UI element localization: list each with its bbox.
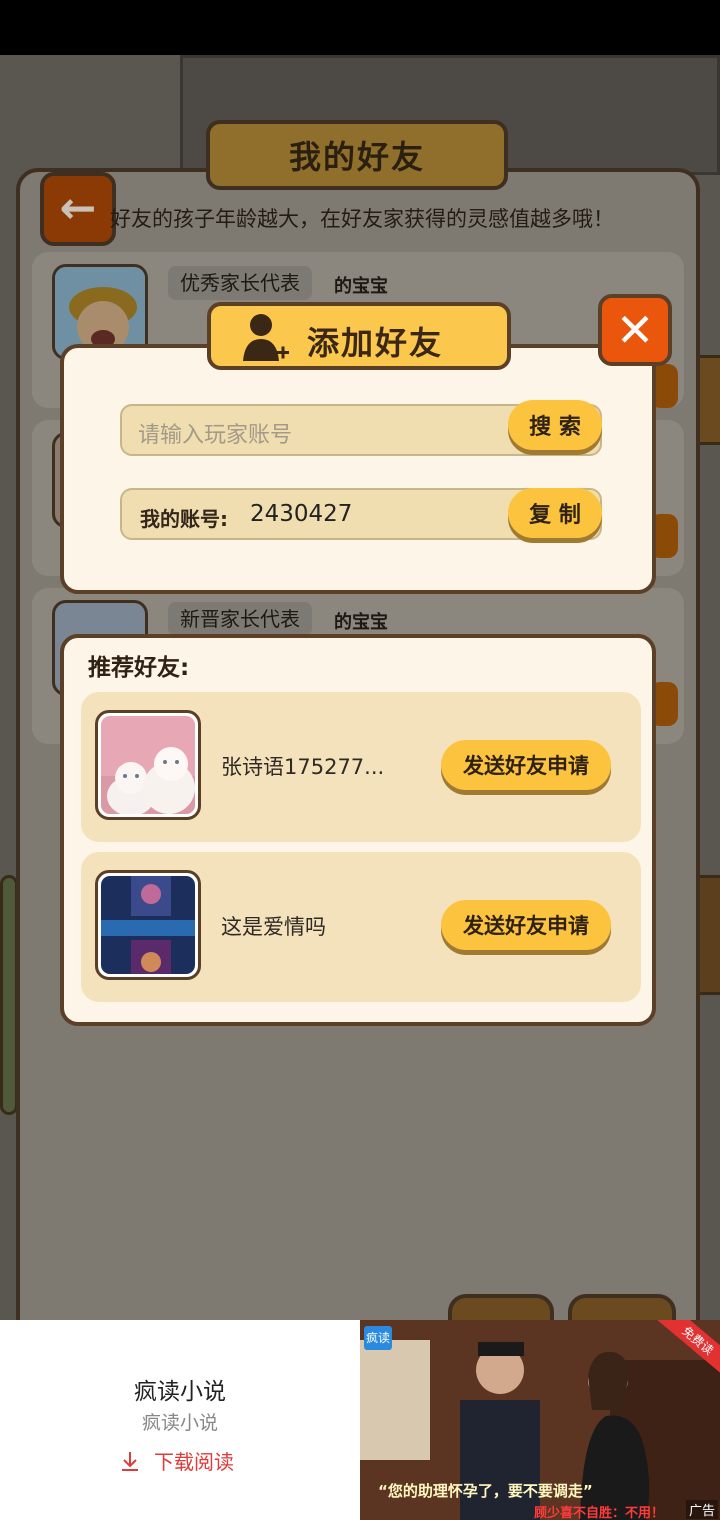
send-friend-request-button[interactable]: 发送好友申请 bbox=[441, 900, 611, 950]
game-screen: { "friends_panel": { "title": "我的好友", "h… bbox=[0, 0, 720, 1520]
close-button[interactable]: ✕ bbox=[598, 294, 672, 366]
recommended-avatar bbox=[95, 710, 201, 820]
recommended-name: 张诗语175277... bbox=[221, 755, 385, 779]
download-icon bbox=[122, 1451, 138, 1471]
recommended-friend: 这是爱情吗 发送好友申请 bbox=[81, 852, 641, 1002]
ad-caption-secondary: 顾少喜不自胜：不用！ bbox=[534, 1506, 665, 1520]
search-button[interactable]: 搜 索 bbox=[508, 400, 602, 450]
friends-hint: 好友的孩子年龄越大，在好友家获得的灵感值越多哦！ bbox=[110, 207, 614, 231]
arrow-left-icon: ← bbox=[59, 183, 97, 234]
friend-parent-name: 优秀家长代表 bbox=[168, 266, 312, 300]
search-placeholder: 请输入玩家账号 bbox=[138, 423, 293, 448]
ad-caption: “您的助理怀孕了，要不要调走” bbox=[378, 1482, 593, 1500]
ad-app-subtitle: 疯读小说 bbox=[141, 1412, 218, 1434]
add-user-icon bbox=[243, 314, 289, 361]
ad-download-link[interactable]: 下载阅读 bbox=[120, 1446, 234, 1475]
my-account-label: 我的账号: bbox=[140, 507, 228, 531]
my-account-value: 2430427 bbox=[250, 501, 353, 527]
recommend-title: 推荐好友: bbox=[88, 655, 190, 681]
send-friend-request-button[interactable]: 发送好友申请 bbox=[441, 740, 611, 790]
add-friend-title: 添加好友 bbox=[207, 302, 511, 370]
add-friend-title-text: 添加好友 bbox=[307, 324, 444, 362]
ad-app-name: 疯读小说 bbox=[134, 1379, 226, 1405]
ad-logo: 疯读 bbox=[364, 1326, 392, 1350]
ad-banner[interactable]: 疯读小说 疯读小说 下载阅读 疯读 免费读 “您的助理怀孕了，要不要调走” 顾少… bbox=[0, 1320, 720, 1520]
close-icon: ✕ bbox=[615, 303, 655, 357]
recommended-friend: 张诗语175277... 发送好友申请 bbox=[81, 692, 641, 842]
cats-photo bbox=[101, 716, 195, 814]
game-screenshot-photo bbox=[101, 876, 195, 974]
friend-parent-name: 新晋家长代表 bbox=[168, 602, 312, 636]
friend-baby-label: 的宝宝 bbox=[334, 276, 388, 297]
friends-panel-title: 我的好友 bbox=[206, 120, 508, 190]
copy-button[interactable]: 复 制 bbox=[508, 488, 602, 538]
ad-download-label: 下载阅读 bbox=[154, 1450, 234, 1474]
add-friend-dialog bbox=[60, 344, 656, 594]
friend-baby-label: 的宝宝 bbox=[334, 612, 388, 633]
ad-tag: 广告 bbox=[685, 1500, 718, 1519]
ad-image[interactable]: 疯读 免费读 “您的助理怀孕了，要不要调走” 顾少喜不自胜：不用！ 广告 bbox=[360, 1320, 720, 1520]
recommended-avatar bbox=[95, 870, 201, 980]
back-button[interactable]: ← bbox=[40, 172, 116, 246]
recommended-name: 这是爱情吗 bbox=[221, 915, 326, 939]
